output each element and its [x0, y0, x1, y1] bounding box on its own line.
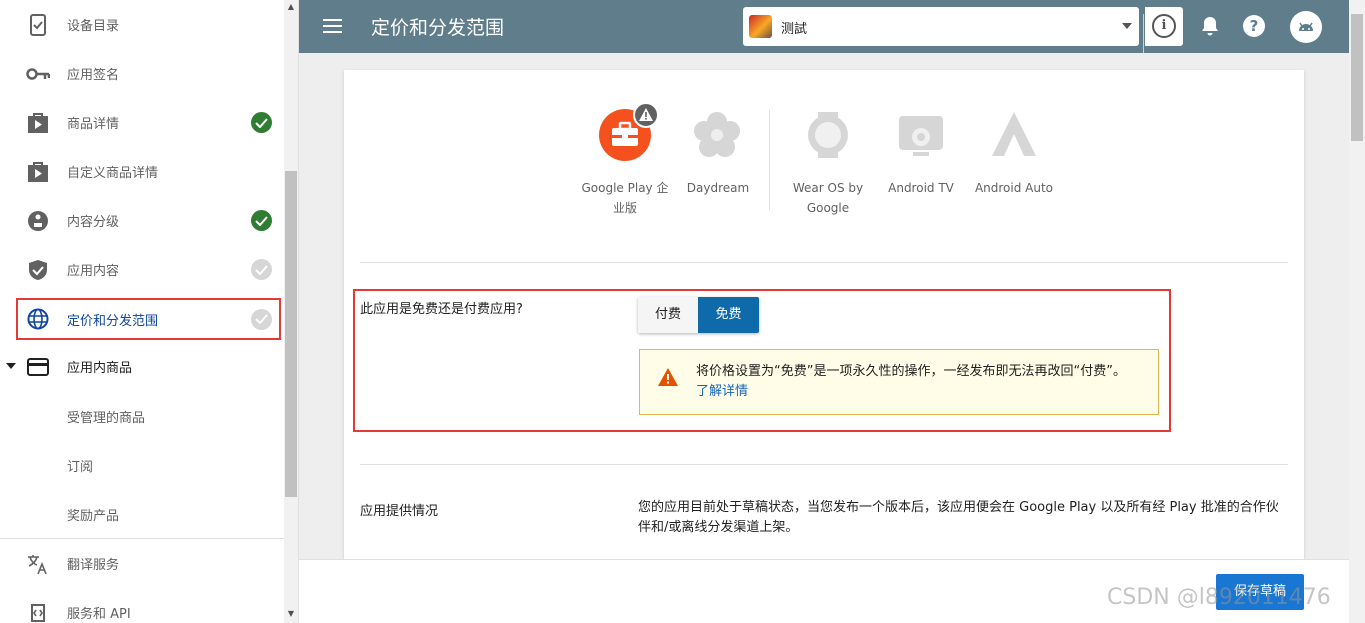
sidebar-item-app-signing[interactable]: 应用签名 — [0, 49, 284, 98]
platform-divider — [769, 110, 770, 210]
main-card: Google Play 企业版 Daydream Wear OS by Goog… — [344, 70, 1304, 623]
app-selector[interactable]: 测試 — [743, 7, 1144, 53]
scroll-down-arrow-icon[interactable]: ▼ — [286, 609, 296, 619]
watermark: CSDN @l892011476 — [1107, 585, 1331, 610]
sidebar-item-app-content[interactable]: 应用内容 — [0, 245, 284, 294]
sidebar-item-pricing-distribution[interactable]: 定价和分发范围 — [16, 298, 281, 340]
sidebar-item-label: 设备目录 — [67, 19, 120, 34]
warning-icon — [633, 102, 659, 128]
key-icon — [26, 62, 50, 86]
warning-triangle-icon — [657, 367, 679, 387]
platform-android-tv[interactable] — [897, 112, 945, 158]
paid-option-button[interactable]: 付费 — [638, 297, 698, 333]
platform-android-auto[interactable] — [990, 110, 1038, 160]
sidebar-item-label: 应用签名 — [67, 68, 120, 83]
card-icon — [26, 355, 50, 379]
sidebar-item-device-catalog[interactable]: 设备目录 — [0, 0, 284, 49]
section-divider — [360, 262, 1288, 263]
content-rating-icon — [26, 209, 50, 233]
check-circle-icon — [251, 308, 272, 330]
platform-wear-os[interactable] — [804, 110, 852, 160]
info-icon[interactable]: i — [1152, 14, 1176, 38]
sidebar-item-store-listing[interactable]: 商品详情 — [0, 98, 284, 147]
sidebar-item-label: 应用内商品 — [67, 361, 133, 376]
auto-icon — [992, 112, 1036, 156]
sidebar-item-label: 内容分级 — [67, 215, 120, 230]
app-name: 测試 — [781, 22, 808, 37]
sidebar-item-label: 订阅 — [67, 460, 94, 475]
device-catalog-icon — [26, 13, 50, 37]
availability-text: 您的应用目前处于草稿状态，当您发布一个版本后，该应用便会在 Google Pla… — [638, 500, 1279, 535]
avatar[interactable] — [1290, 11, 1322, 43]
sidebar-item-services-api[interactable]: 服务和 API — [0, 588, 284, 623]
sidebar-item-translation[interactable]: 翻译服务 — [0, 539, 284, 588]
sidebar-item-content-rating[interactable]: 内容分级 — [0, 196, 284, 245]
availability-label: 应用提供情况 — [360, 504, 439, 519]
platform-label: Android Auto — [974, 181, 1054, 195]
store-listing-icon — [26, 111, 50, 135]
sidebar-item-label: 奖励产品 — [67, 509, 120, 524]
pricing-warning: 将价格设置为“免费”是一项永久性的操作，一经发布即无法再改回“付费”。 了解详情 — [639, 349, 1159, 415]
wear-os-icon — [808, 112, 848, 158]
bell-icon[interactable] — [1199, 15, 1221, 37]
learn-more-link[interactable]: 了解详情 — [696, 384, 748, 399]
app-icon — [749, 15, 772, 38]
sidebar: 设备目录 应用签名 商品详情 自定义商品详情 内容分级 应用内容 定价和分发范围… — [0, 0, 299, 623]
free-option-button[interactable]: 免费 — [698, 297, 759, 333]
page-title: 定价和分发范围 — [371, 17, 505, 39]
sidebar-item-label: 受管理的商品 — [67, 411, 146, 426]
platform-daydream[interactable] — [692, 110, 742, 160]
sidebar-item-in-app-products[interactable]: 应用内商品 — [0, 342, 284, 391]
daydream-icon — [694, 112, 740, 157]
sidebar-item-custom-listing[interactable]: 自定义商品详情 — [0, 147, 284, 196]
check-circle-icon — [251, 259, 272, 280]
api-icon — [26, 601, 50, 623]
caret-down-icon[interactable] — [6, 363, 16, 369]
platform-label: Android TV — [888, 181, 954, 195]
pricing-question: 此应用是免费还是付费应用? — [360, 302, 523, 317]
menu-icon[interactable] — [321, 14, 345, 38]
sidebar-item-label: 翻译服务 — [67, 558, 120, 573]
section-divider — [360, 464, 1288, 465]
check-circle-icon — [251, 112, 272, 133]
check-circle-icon — [251, 210, 272, 231]
chevron-down-icon[interactable] — [1122, 23, 1132, 29]
globe-icon — [26, 307, 50, 331]
app-selector-divider — [1143, 14, 1144, 53]
tv-icon — [899, 116, 943, 156]
platform-label: Daydream — [686, 181, 750, 195]
top-bar: 定价和分发范围 测試 i ? — [299, 0, 1349, 53]
sidebar-item-label: 服务和 API — [67, 607, 131, 622]
sidebar-item-label: 应用内容 — [67, 264, 120, 279]
warning-message: 将价格设置为“免费”是一项永久性的操作，一经发布即无法再改回“付费”。 了解详情 — [696, 362, 1136, 402]
warning-text: 将价格设置为“免费”是一项永久性的操作，一经发布即无法再改回“付费”。 — [696, 364, 1126, 379]
main-scrollbar-thumb[interactable] — [1351, 14, 1363, 141]
sidebar-item-label: 定价和分发范围 — [67, 313, 159, 329]
custom-listing-icon — [26, 160, 50, 184]
help-icon[interactable]: ? — [1243, 15, 1265, 37]
sidebar-item-managed-products[interactable]: 受管理的商品 — [0, 392, 284, 441]
sidebar-item-label: 自定义商品详情 — [67, 166, 159, 181]
sidebar-item-label: 商品详情 — [67, 117, 120, 132]
sidebar-scrollbar-thumb[interactable] — [285, 171, 297, 497]
scroll-up-arrow-icon[interactable]: ▲ — [286, 2, 296, 12]
platform-label: Wear OS by Google — [792, 181, 864, 215]
translate-icon — [26, 552, 50, 576]
sidebar-item-rewarded-products[interactable]: 奖励产品 — [0, 490, 284, 539]
sidebar-item-subscriptions[interactable]: 订阅 — [0, 441, 284, 490]
android-icon — [1299, 22, 1313, 31]
shield-icon — [26, 258, 50, 282]
platform-label: Google Play 企业版 — [581, 181, 669, 215]
pricing-toggle[interactable]: 付费 免费 — [638, 297, 759, 333]
